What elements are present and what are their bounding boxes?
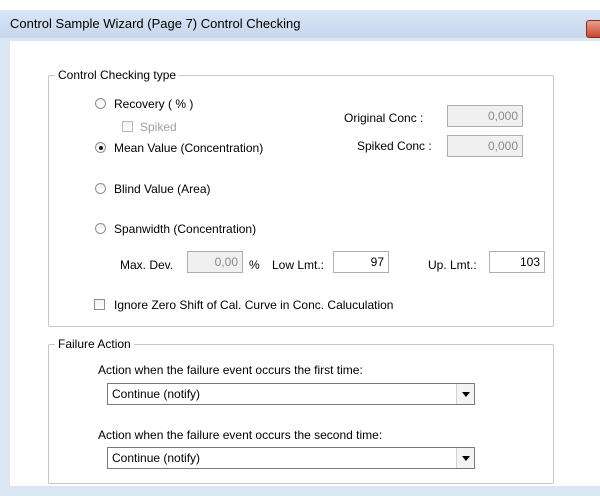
radio-mean-value-label[interactable]: Mean Value (Concentration) (114, 141, 263, 155)
failure-action-group-title: Failure Action (55, 337, 134, 351)
title-bar[interactable]: Control Sample Wizard (Page 7) Control C… (0, 10, 600, 38)
max-dev-label: Max. Dev. (120, 258, 174, 272)
up-lmt-field[interactable]: 103 (489, 251, 545, 273)
first-failure-select-value: Continue (notify) (112, 387, 201, 401)
second-failure-label: Action when the failure event occurs the… (98, 428, 383, 442)
window-title: Control Sample Wizard (Page 7) Control C… (10, 16, 301, 31)
second-failure-dropdown-button[interactable] (456, 448, 474, 468)
spiked-conc-field[interactable]: 0,000 (447, 135, 523, 157)
low-lmt-label: Low Lmt.: (272, 258, 325, 272)
max-dev-field[interactable]: 0,00 (187, 251, 243, 273)
radio-selected-dot (98, 145, 103, 150)
up-lmt-label: Up. Lmt.: (428, 258, 477, 272)
second-failure-select[interactable]: Continue (notify) (107, 447, 475, 469)
chevron-down-icon (462, 456, 470, 461)
spiked-checkbox[interactable] (122, 121, 133, 132)
second-failure-select-value: Continue (notify) (112, 451, 201, 465)
ignore-zero-shift-checkbox[interactable] (94, 299, 105, 310)
chevron-down-icon (462, 392, 470, 397)
radio-mean-value[interactable] (95, 142, 106, 153)
original-conc-label: Original Conc : (344, 111, 424, 125)
radio-recovery[interactable] (95, 98, 106, 109)
first-failure-select[interactable]: Continue (notify) (107, 383, 475, 405)
radio-recovery-label[interactable]: Recovery ( % ) (114, 97, 193, 111)
first-failure-label: Action when the failure event occurs the… (98, 363, 363, 377)
radio-spanwidth-label[interactable]: Spanwidth (Concentration) (114, 222, 256, 236)
radio-blind-value[interactable] (95, 183, 106, 194)
spiked-conc-label: Spiked Conc : (357, 139, 432, 153)
control-checking-group-title: Control Checking type (55, 68, 180, 82)
close-button[interactable] (586, 20, 600, 38)
first-failure-dropdown-button[interactable] (456, 384, 474, 404)
max-dev-unit: % (249, 258, 260, 272)
original-conc-field[interactable]: 0,000 (447, 105, 523, 127)
radio-blind-value-label[interactable]: Blind Value (Area) (114, 182, 211, 196)
radio-spanwidth[interactable] (95, 223, 106, 234)
dialog-content: Control Checking type Recovery ( % ) Spi… (10, 41, 600, 486)
low-lmt-field[interactable]: 97 (333, 251, 389, 273)
spiked-checkbox-label: Spiked (140, 120, 177, 134)
ignore-zero-shift-label[interactable]: Ignore Zero Shift of Cal. Curve in Conc.… (114, 298, 393, 312)
